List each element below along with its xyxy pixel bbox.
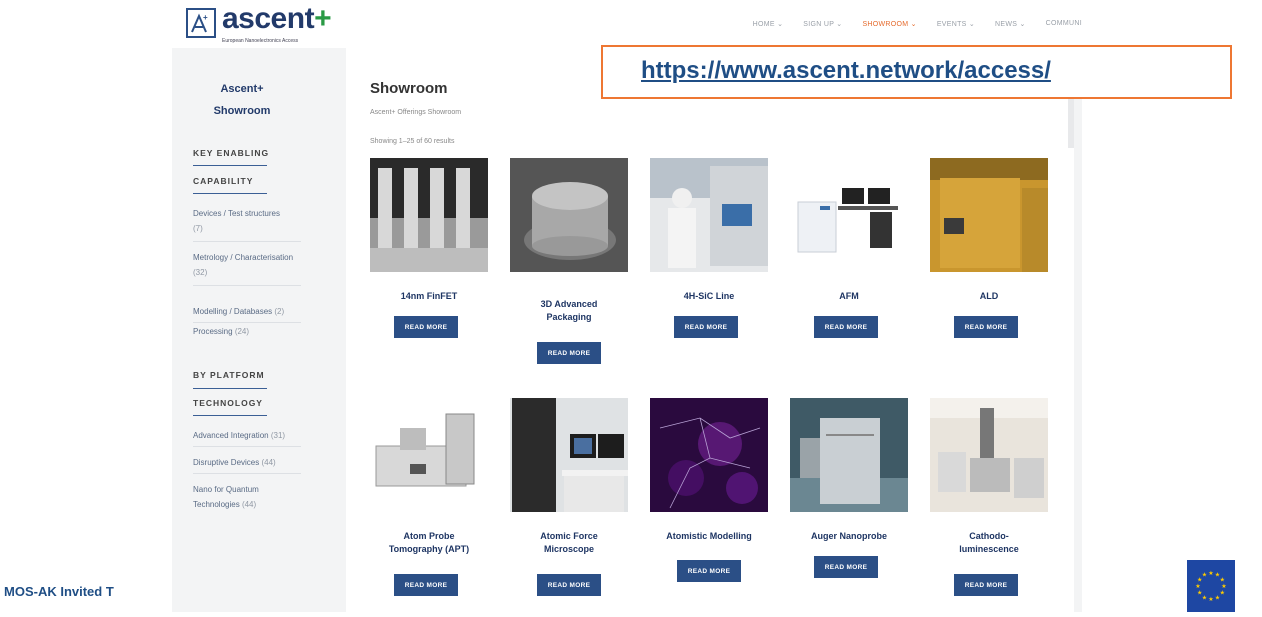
list-separator [193, 241, 301, 242]
filter-advanced-integration[interactable]: Advanced Integration (31) [193, 428, 301, 443]
slide-footer-text: MOS-AK Invited T [4, 584, 114, 599]
filter-nano-for-quantum[interactable]: Nano for Quantum Technologies (44) [193, 482, 301, 512]
eu-star-icon: ★ [1202, 572, 1207, 579]
filter-count: (2) [274, 307, 285, 316]
product-thumbnail[interactable] [510, 398, 628, 512]
read-more-button[interactable]: READ MORE [677, 560, 741, 582]
nav-events[interactable]: EVENTS ⌄ [937, 20, 975, 28]
filter-count: (31) [270, 431, 286, 440]
section-heading-capability: CAPABILITY [193, 176, 254, 186]
filter-label: Advanced Integration [193, 431, 269, 440]
product-title[interactable]: 14nm FinFET [370, 290, 488, 303]
product-title[interactable]: Cathodo-luminescence [930, 530, 1048, 556]
product-thumbnail[interactable] [650, 158, 768, 272]
filter-label: Metrology / Characterisation [193, 253, 294, 262]
list-separator [193, 473, 301, 474]
product-title[interactable]: Atomic Force Microscope [510, 530, 628, 556]
read-more-button[interactable]: READ MORE [394, 574, 458, 596]
eu-star-icon: ★ [1197, 590, 1202, 597]
filter-count: (32) [193, 268, 208, 277]
logo-mark-icon: + [186, 8, 216, 38]
svg-text:+: + [203, 13, 208, 22]
page-subtitle: Ascent+ Offerings Showroom [370, 109, 462, 116]
section-heading-by-platform: BY PLATFORM [193, 370, 265, 380]
site-logo[interactable]: + ascent+ European Nanoelectronics Acces… [186, 2, 376, 46]
filter-processing[interactable]: Processing (24) [193, 324, 301, 339]
product-thumbnail[interactable] [370, 398, 488, 512]
eu-star-icon: ★ [1202, 594, 1207, 601]
read-more-button[interactable]: READ MORE [954, 574, 1018, 596]
eu-star-icon: ★ [1208, 596, 1213, 603]
product-title[interactable]: ALD [930, 290, 1048, 303]
list-separator [193, 446, 301, 447]
product-title[interactable]: AFM [790, 290, 908, 303]
filter-label: Disruptive Devices [193, 458, 260, 467]
nav-home[interactable]: HOME ⌄ [753, 20, 784, 28]
nav-community[interactable]: COMMUNI [1046, 20, 1082, 28]
filter-label: Processing [193, 327, 233, 336]
logo-wordmark: ascent+ [222, 2, 332, 35]
filter-label: Modelling / Databases [193, 307, 273, 316]
main-nav: HOME ⌄ SIGN UP ⌄ SHOWROOM ⌄ EVENTS ⌄ NEW… [733, 20, 1082, 28]
section-divider [193, 193, 267, 194]
eu-star-icon: ★ [1220, 577, 1225, 584]
section-heading-technology: TECHNOLOGY [193, 398, 263, 408]
eu-stars: ★ ★★★★★★★★★★★ [1195, 570, 1226, 603]
list-separator [193, 322, 301, 323]
section-divider [193, 388, 267, 389]
read-more-button[interactable]: READ MORE [394, 316, 458, 338]
filter-count: (44) [261, 458, 276, 467]
product-thumbnail[interactable] [370, 158, 488, 272]
product-thumbnail[interactable] [930, 158, 1048, 272]
product-title[interactable]: Atomistic Modelling [650, 530, 768, 543]
filter-metrology-characterisation[interactable]: Metrology / Characterisation (32) [193, 250, 301, 280]
product-thumbnail[interactable] [930, 398, 1048, 512]
filter-label: Devices / Test structures [193, 209, 280, 218]
eu-star-icon: ★ [1221, 583, 1226, 590]
access-url-link[interactable]: https://www.ascent.network/access/ [641, 57, 1051, 85]
logo-subtitle: European Nanoelectronics Access [222, 38, 299, 44]
read-more-button[interactable]: READ MORE [537, 574, 601, 596]
result-count: Showing 1–25 of 60 results [370, 138, 455, 145]
read-more-button[interactable]: READ MORE [814, 316, 878, 338]
read-more-button[interactable]: READ MORE [814, 556, 878, 578]
read-more-button[interactable]: READ MORE [954, 316, 1018, 338]
sidebar-title-line2: Showroom [213, 105, 271, 117]
section-divider [193, 165, 267, 166]
site-header: + ascent+ European Nanoelectronics Acces… [172, 0, 1082, 48]
eu-star-icon: ★ [1208, 570, 1213, 577]
filter-devices-test-structures[interactable]: Devices / Test structures (7) [193, 206, 301, 236]
access-url-callout: https://www.ascent.network/access/ [601, 45, 1232, 99]
product-thumbnail[interactable] [790, 158, 908, 272]
read-more-button[interactable]: READ MORE [674, 316, 738, 338]
product-thumbnail[interactable] [650, 398, 768, 512]
filter-count: (7) [193, 224, 203, 233]
product-title[interactable]: 3D Advanced Packaging [510, 298, 628, 324]
filter-modelling-databases[interactable]: Modelling / Databases (2) [193, 304, 301, 319]
read-more-button[interactable]: READ MORE [537, 342, 601, 364]
eu-flag-icon: ★ ★ ★ ★ ★ ★ ★ ★ ★ ★ ★ ★ [1187, 560, 1235, 612]
filter-disruptive-devices[interactable]: Disruptive Devices (44) [193, 455, 301, 470]
product-thumbnail[interactable] [510, 158, 628, 272]
filter-count: (24) [234, 327, 250, 336]
showroom-content: Showroom Ascent+ Offerings Showroom Show… [346, 48, 1074, 612]
eu-star-icon: ★ [1215, 594, 1220, 601]
sidebar-title: Ascent+ Showroom [180, 78, 304, 122]
nav-showroom[interactable]: SHOWROOM ⌄ [862, 20, 916, 28]
eu-star-icon: ★ [1195, 583, 1200, 590]
product-title[interactable]: Auger Nanoprobe [790, 530, 908, 543]
section-heading-key-enabling: KEY ENABLING [193, 148, 270, 158]
filter-count: (44) [241, 500, 257, 509]
filter-sidebar: Ascent+ Showroom KEY ENABLING CAPABILITY… [180, 48, 338, 612]
page-title: Showroom [370, 80, 448, 97]
product-thumbnail[interactable] [790, 398, 908, 512]
list-separator [193, 285, 301, 286]
section-divider [193, 415, 267, 416]
product-title[interactable]: 4H-SiC Line [650, 290, 768, 303]
sidebar-title-line1: Ascent+ [220, 83, 264, 95]
nav-news[interactable]: NEWS ⌄ [995, 20, 1026, 28]
product-title[interactable]: Atom Probe Tomography (APT) [370, 530, 488, 556]
eu-star-icon: ★ [1220, 590, 1225, 597]
nav-sign-up[interactable]: SIGN UP ⌄ [803, 20, 842, 28]
